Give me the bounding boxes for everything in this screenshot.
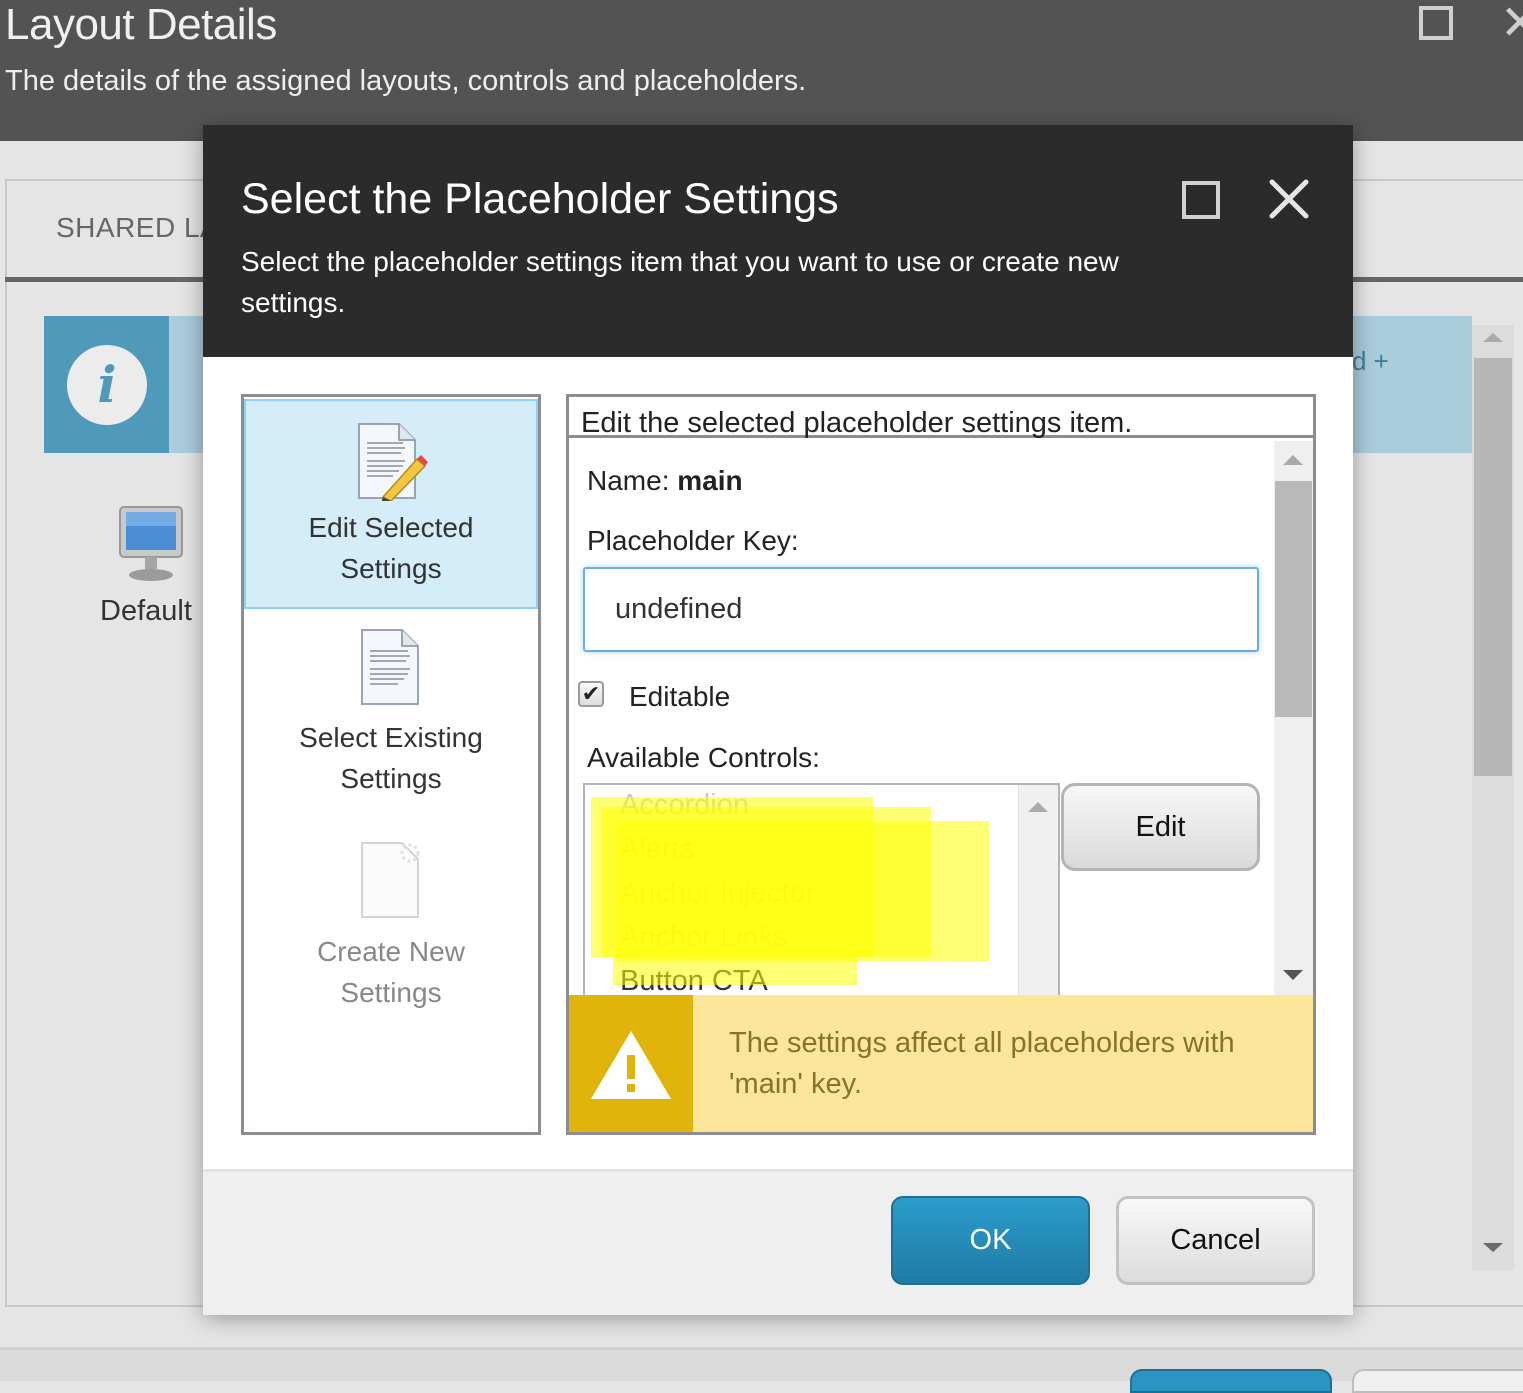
maximize-icon[interactable] (1182, 181, 1220, 219)
settings-mode-list: Edit Selected Settings Select Existing S… (241, 394, 541, 1135)
edit-controls-button[interactable]: Edit (1061, 783, 1260, 871)
placeholder-settings-dialog: Select the Placeholder Settings Select t… (203, 125, 1353, 1315)
redaction-highlight (613, 955, 857, 985)
option-edit-selected-settings[interactable]: Edit Selected Settings (244, 399, 538, 609)
redaction-highlight (615, 821, 989, 961)
available-controls-list[interactable]: Accordion Alerts Anchor Injector Anchor … (583, 783, 1060, 1013)
warning-icon (591, 1031, 671, 1099)
dialog-subtitle: Select the placeholder settings item tha… (241, 246, 1119, 318)
background-window-subtitle: The details of the assigned layouts, con… (5, 65, 807, 97)
warning-text: The settings affect all placeholders wit… (729, 1027, 1235, 1100)
option-label: Select Existing Settings (299, 722, 483, 794)
controls-list-scrollbar[interactable] (1018, 785, 1058, 1013)
panel-scrollbar-thumb[interactable] (1275, 481, 1312, 717)
document-icon (361, 629, 419, 705)
device-label-default[interactable]: Default (100, 595, 192, 628)
scroll-up-arrow-icon[interactable] (1028, 802, 1048, 812)
warning-banner: The settings affect all placeholders wit… (569, 995, 1313, 1132)
edit-settings-panel: Edit the selected placeholder settings i… (566, 394, 1316, 1135)
scroll-down-arrow-icon[interactable] (1283, 970, 1303, 980)
placeholder-key-input[interactable] (583, 567, 1259, 652)
available-controls-label: Available Controls: (587, 742, 820, 773)
placeholder-key-label: Placeholder Key: (587, 525, 799, 556)
cancel-button[interactable]: Cancel (1116, 1196, 1315, 1285)
warning-icon-box (569, 995, 693, 1132)
scroll-up-arrow-icon[interactable] (1283, 455, 1303, 465)
option-select-existing-settings[interactable]: Select Existing Settings (244, 627, 538, 817)
monitor-icon[interactable] (118, 505, 184, 583)
option-label: Edit Selected Settings (308, 512, 474, 584)
name-field: Name: main (587, 465, 743, 497)
new-document-icon (361, 842, 420, 918)
dialog-header: Select the Placeholder Settings Select t… (203, 125, 1353, 357)
option-label: Create New Settings (317, 936, 465, 1008)
info-icon: i (67, 345, 147, 425)
maximize-icon[interactable] (1419, 6, 1453, 40)
name-label: Name: (587, 465, 670, 496)
background-primary-button[interactable] (1130, 1369, 1332, 1393)
option-create-new-settings[interactable]: Create New Settings (244, 839, 538, 1039)
background-window-title: Layout Details (5, 0, 277, 49)
tab-shared-layout[interactable]: SHARED LA (56, 212, 219, 244)
ok-button[interactable]: OK (891, 1196, 1090, 1285)
close-icon[interactable]: ✕ (1500, 0, 1523, 48)
info-banner-text[interactable]: d + (1352, 346, 1389, 377)
panel-heading: Edit the selected placeholder settings i… (569, 397, 1313, 439)
editable-checkbox[interactable]: ✔ (578, 681, 604, 707)
document-edit-icon (358, 423, 428, 501)
dialog-title: Select the Placeholder Settings (241, 175, 839, 223)
background-secondary-button[interactable] (1352, 1369, 1523, 1393)
scroll-down-arrow-icon[interactable] (1483, 1243, 1503, 1252)
name-value: main (677, 465, 743, 496)
background-scrollbar-thumb[interactable] (1474, 358, 1512, 776)
editable-label: Editable (629, 681, 731, 712)
scroll-up-arrow-icon[interactable] (1483, 333, 1503, 342)
close-icon[interactable] (1267, 177, 1311, 221)
